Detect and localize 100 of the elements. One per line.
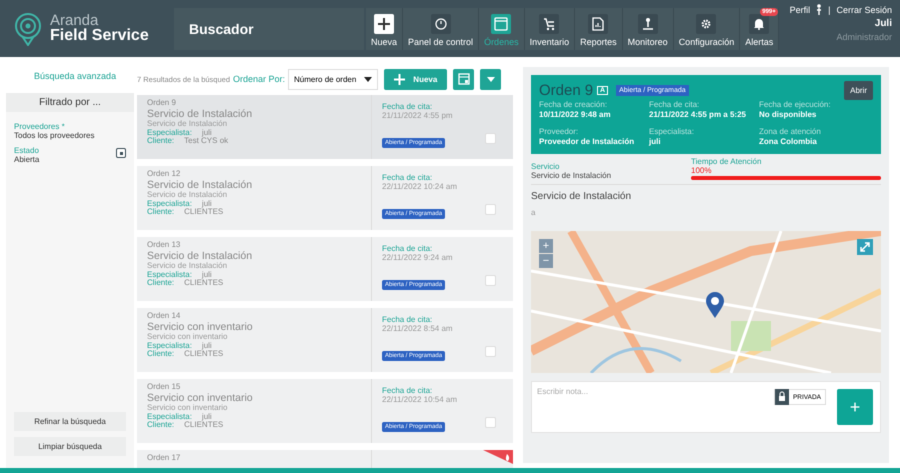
date-label: Fecha de cita: — [382, 387, 434, 396]
select-checkbox[interactable] — [485, 275, 496, 286]
field-value: juli — [202, 128, 212, 137]
nav-item[interactable]: Panel de control — [403, 8, 480, 50]
field-value: CLIENTES — [184, 350, 224, 359]
location-pin-icon — [705, 291, 725, 320]
page-title: Buscador — [189, 20, 254, 36]
select-checkbox[interactable] — [485, 417, 496, 428]
caret-icon — [486, 76, 495, 82]
lock-icon — [774, 389, 789, 406]
order-number: Orden 12 — [147, 170, 182, 178]
order-number: Orden 14 — [147, 312, 182, 320]
field-label: Cliente: — [147, 137, 174, 146]
remove-filter-button[interactable] — [116, 148, 126, 158]
field-label: Proveedor: — [539, 127, 580, 137]
service-value: Servicio de Instalación — [531, 171, 612, 180]
nav-item[interactable]: Inventario — [524, 8, 576, 50]
filter-label: Proveedores * — [14, 122, 66, 131]
field-label: Especialista: — [147, 270, 192, 279]
order-service: Servicio de Instalación — [147, 262, 228, 271]
section-title: Servicio de Instalación — [531, 191, 632, 202]
nav-item[interactable]: Nueva — [366, 8, 404, 50]
appointment-date: 22/11/2022 9:24 am — [382, 254, 454, 263]
order-number: Orden 13 — [147, 241, 182, 250]
profile-link[interactable]: Perfil — [790, 4, 810, 14]
filter-value: Abierta — [14, 155, 40, 164]
field-value: Proveedor de Instalación — [539, 136, 636, 146]
field-label: Fecha de creación: — [539, 100, 608, 110]
appointment-date: 21/11/2022 4:55 pm — [382, 112, 454, 121]
date-label: Fecha de cita: — [382, 245, 434, 254]
attention-time-reading: 100% — [691, 166, 712, 176]
plus-icon — [377, 16, 391, 30]
section-text: a — [531, 208, 536, 218]
field-label: Fecha de ejecución: — [759, 100, 832, 110]
attention-time-label: Tiempo de Atención — [691, 157, 762, 166]
field-value: juli — [202, 200, 212, 208]
date-label: Fecha de cita: — [382, 174, 434, 183]
open-button[interactable]: Abrir — [844, 81, 873, 100]
appointment-date: 22/11/2022 8:54 am — [382, 324, 454, 334]
field-value: juli — [202, 342, 212, 350]
order-title: Servicio de Instalación — [147, 109, 254, 120]
field-label: Especialista: — [147, 200, 192, 208]
cart-icon — [542, 16, 556, 30]
field-value: Test CYS ok — [184, 137, 228, 146]
sidebar-button[interactable]: Refinar la búsqueda — [14, 412, 126, 431]
order-service: Servicio con inventario — [147, 404, 228, 413]
gauge-icon — [434, 18, 447, 30]
logout-link[interactable]: Cerrar Sesión — [836, 4, 892, 14]
field-value: CLIENTES — [184, 421, 224, 430]
filter-title: Filtrado por ... — [39, 97, 101, 108]
dropdown-button[interactable] — [480, 68, 502, 90]
fullscreen-icon — [857, 239, 873, 256]
field-label: Especialista: — [147, 128, 192, 137]
field-value: juli — [202, 412, 212, 421]
field-value: No disponibles — [759, 110, 818, 120]
order-number: Orden 15 — [147, 383, 182, 392]
appointment-date: 22/11/2022 10:54 am — [382, 396, 458, 405]
date-label: Fecha de cita: — [382, 316, 434, 325]
sort-label: Ordenar Por: — [233, 74, 286, 84]
filter-value: Todos los proveedores — [14, 131, 94, 140]
field-value: CLIENTES — [184, 279, 224, 288]
select-checkbox[interactable] — [485, 133, 496, 144]
order-title: Servicio con inventario — [147, 322, 254, 334]
window-icon — [458, 73, 470, 85]
person-pin-icon — [640, 16, 655, 30]
appointment-date: 22/11/2022 10:24 am — [382, 182, 458, 192]
caret-icon — [364, 76, 372, 82]
calendar-button[interactable] — [453, 68, 474, 90]
select-checkbox[interactable] — [485, 346, 496, 357]
nav-item[interactable]: Reportes — [575, 8, 623, 50]
order-service: Servicio de Instalación — [147, 191, 228, 200]
sidebar-button[interactable]: Limpiar búsqueda — [14, 437, 126, 456]
separator: | — [828, 4, 830, 14]
field-label: Cliente: — [147, 279, 174, 288]
order-title: Servicio con inventario — [147, 393, 254, 404]
select-checkbox[interactable] — [485, 204, 496, 215]
field-value: 21/11/2022 4:55 pm a 5:25 — [649, 110, 747, 120]
date-label: Fecha de cita: — [382, 103, 434, 112]
logo-text: Aranda — [50, 13, 98, 28]
plus-icon — [394, 74, 406, 84]
field-label: Cliente: — [147, 350, 174, 359]
field-value: Zona Colombia — [759, 136, 818, 146]
field-label: Especialista: — [147, 342, 192, 350]
user-role: Administrador — [836, 32, 892, 42]
settings-icon — [700, 18, 712, 30]
document-icon — [592, 16, 604, 30]
field-value: 10/11/2022 9:48 am — [539, 110, 612, 120]
pin-logo-icon — [12, 12, 44, 46]
nav-item[interactable]: Monitoreo — [622, 8, 674, 50]
field-label: Zona de atención — [759, 127, 822, 137]
field-value: CLIENTES — [184, 208, 224, 217]
order-title: Servicio de Instalación — [147, 251, 254, 262]
field-label: Cliente: — [147, 421, 174, 430]
nav-item[interactable]: Configuración — [674, 8, 740, 50]
order-title: Orden — [539, 82, 581, 99]
sort-dropdown[interactable]: Número de orden — [288, 68, 378, 90]
window-icon — [494, 16, 508, 30]
field-label: Especialista: — [147, 412, 192, 421]
logo-text: Field Service — [50, 28, 149, 44]
order-title: Servicio de Instalación — [147, 180, 254, 192]
